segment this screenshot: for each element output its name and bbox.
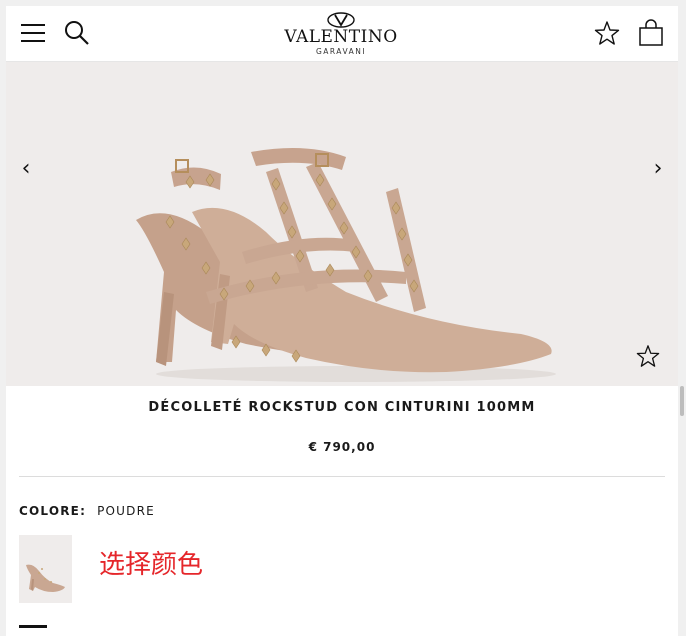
logo-wordmark: VALENTINO [284,27,398,47]
shopping-bag-icon[interactable] [636,18,666,48]
hamburger-menu-icon[interactable] [18,18,48,48]
color-value: POUDRE [97,504,155,518]
scrollbar-thumb[interactable] [680,386,684,416]
annotation-text: 选择颜色 [99,550,204,580]
logo-subline: GARAVANI [315,47,367,56]
product-price: € 790,00 [308,440,376,454]
carousel-next-button[interactable]: › [648,154,668,184]
color-selector-label: COLORE: POUDRE [19,504,155,518]
product-image-shoe [136,148,556,382]
search-icon[interactable] [62,18,92,48]
carousel-prev-button[interactable]: ‹ [16,154,36,184]
color-label: COLORE: [19,504,87,518]
color-swatch-poudre[interactable] [19,535,72,603]
brand-logo[interactable]: VALENTINO GARAVANI [276,10,406,60]
active-tab-indicator [19,625,47,628]
product-image-carousel[interactable]: ‹ › [6,62,678,386]
product-title: DÉCOLLETÉ ROCKSTUD CON CINTURINI 100MM [148,400,536,415]
product-page: VALENTINO GARAVANI ‹ › DÉCOLLETÉ ROCKSTU… [6,6,678,636]
star-icon[interactable] [592,18,622,48]
divider [19,476,665,477]
site-header: VALENTINO GARAVANI [6,6,678,62]
star-icon[interactable] [636,344,660,368]
